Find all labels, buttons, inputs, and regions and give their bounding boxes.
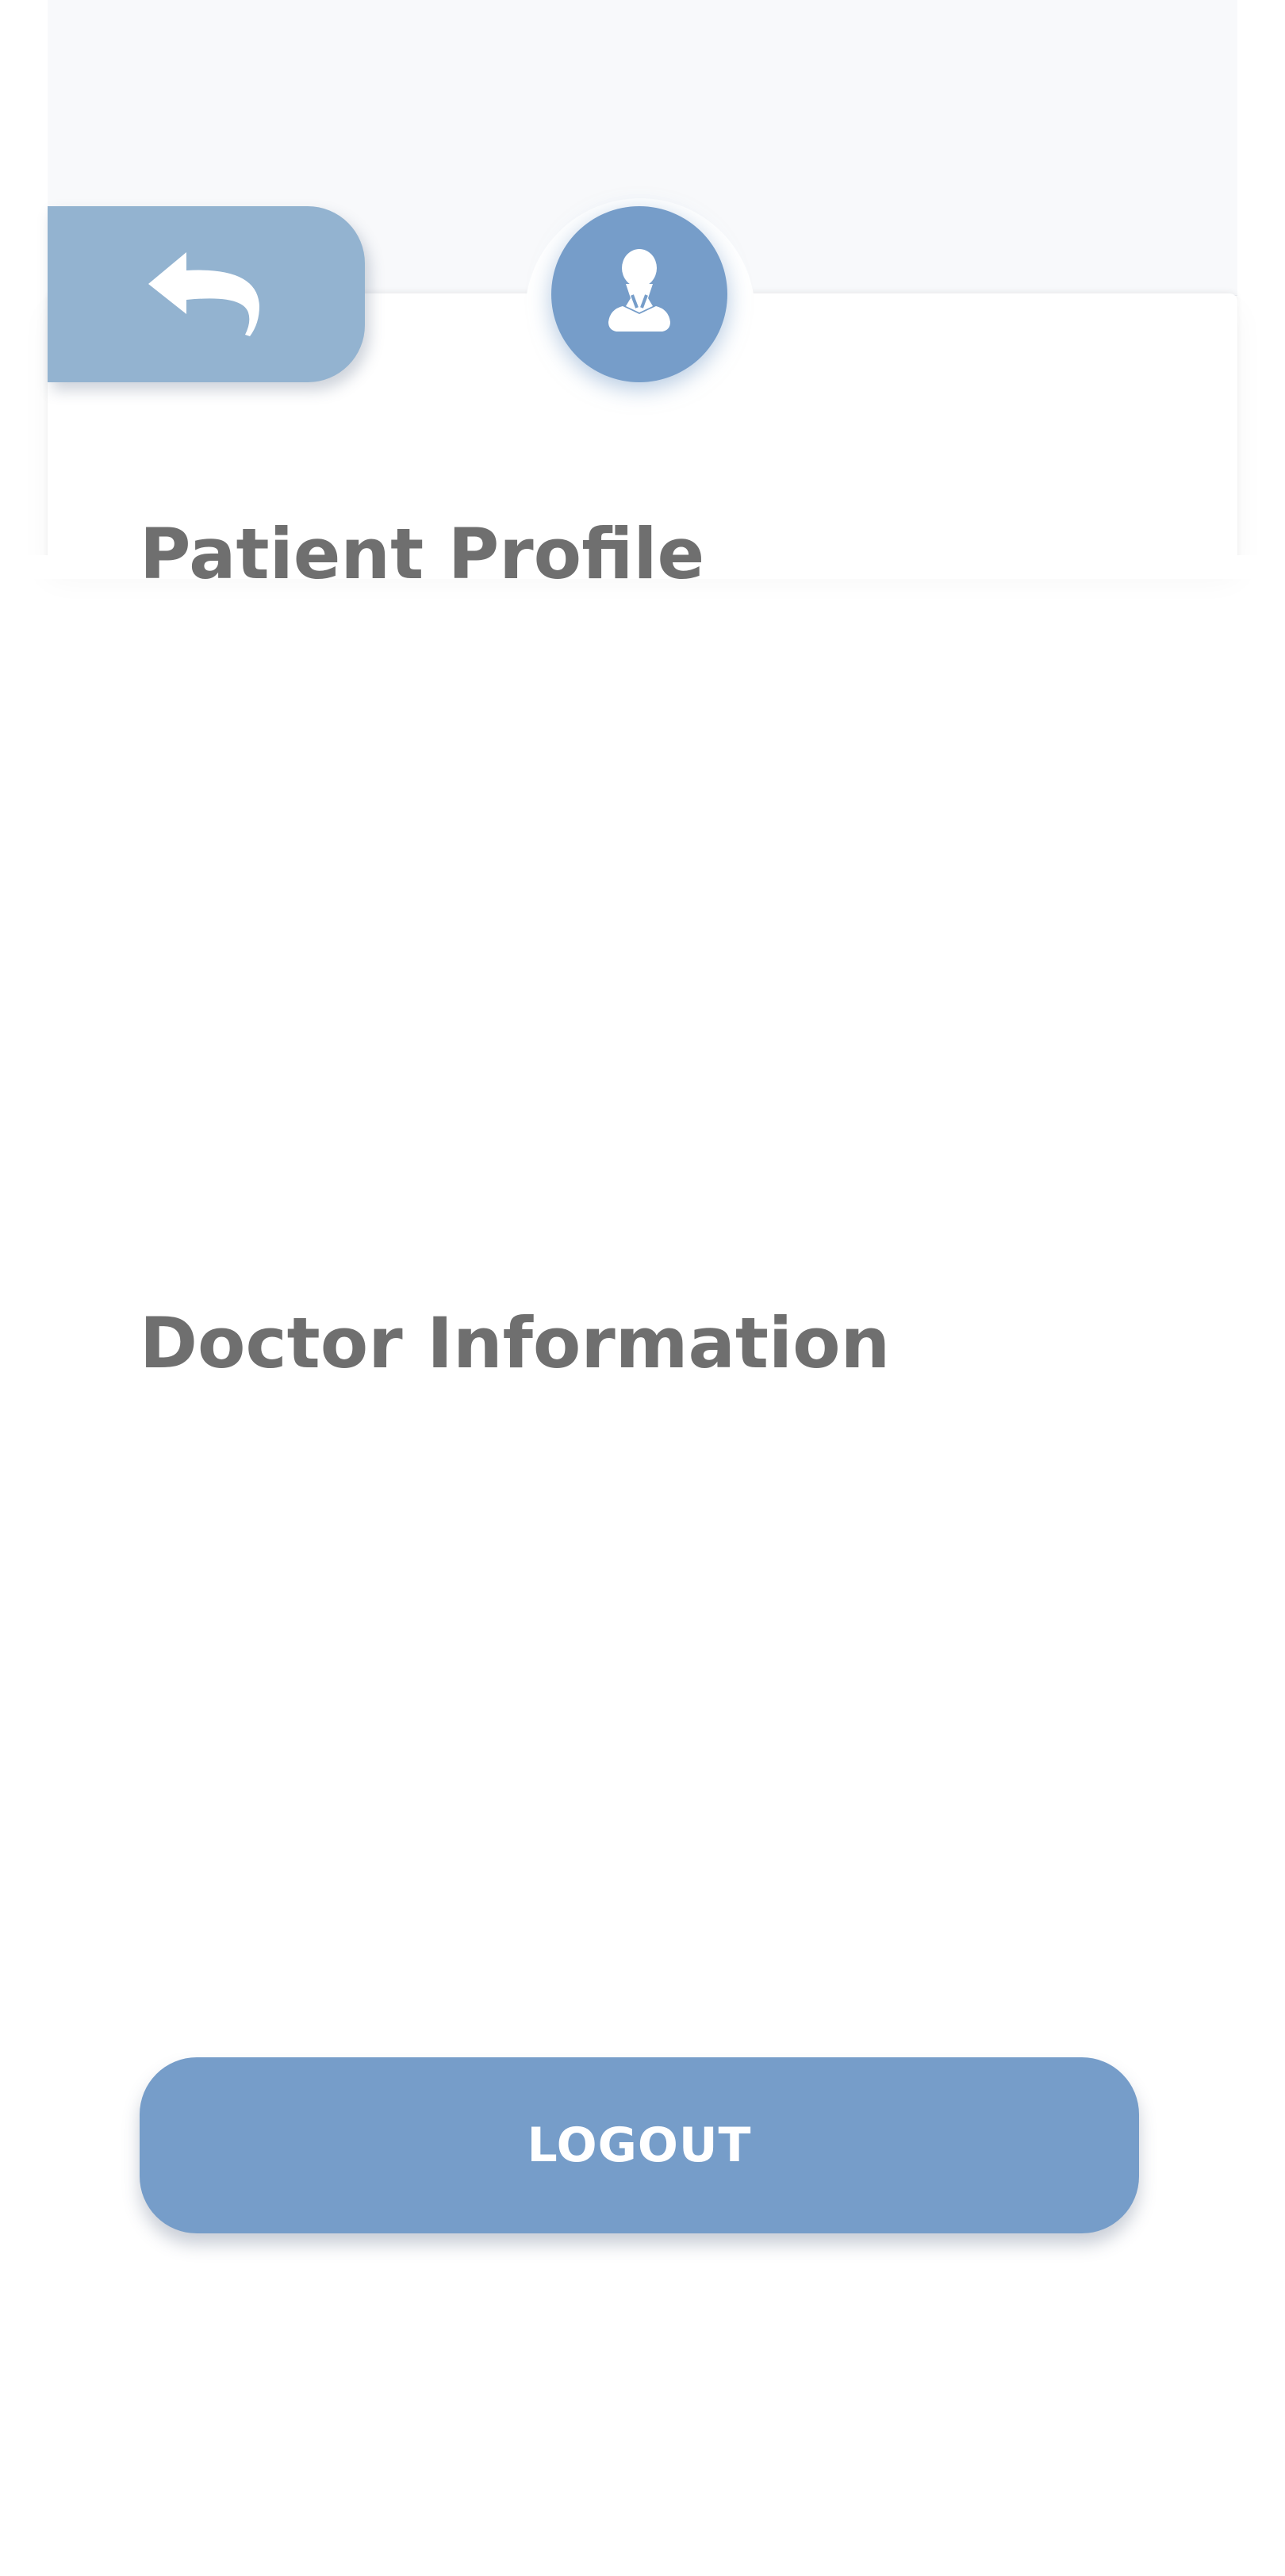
patient-profile-content — [140, 619, 1139, 1253]
patient-profile-heading: Patient Profile — [140, 513, 705, 595]
logout-label: LOGOUT — [527, 2118, 752, 2173]
doctor-information-content — [140, 1408, 1139, 2026]
patient-profile-screen: Patient Profile Doctor Information LOGOU… — [0, 0, 1285, 2576]
back-button[interactable] — [48, 206, 365, 382]
doctor-information-heading: Doctor Information — [140, 1302, 891, 1384]
logout-button[interactable]: LOGOUT — [140, 2057, 1139, 2233]
user-silhouette-icon — [604, 249, 675, 339]
avatar — [551, 206, 727, 382]
back-arrow-icon — [147, 251, 266, 338]
